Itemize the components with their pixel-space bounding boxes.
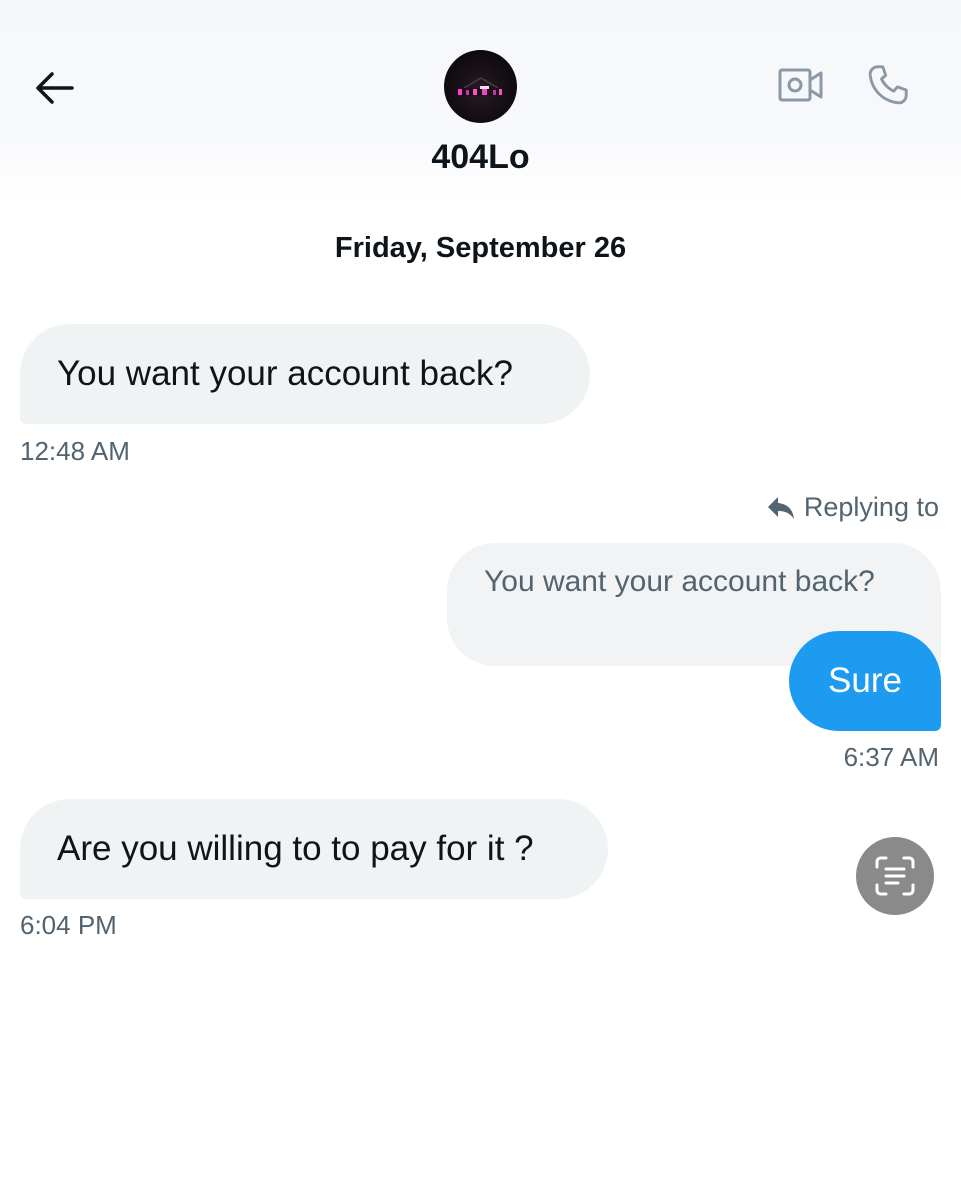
message-text: Are you willing to to pay for it ? xyxy=(57,829,534,868)
video-call-button[interactable] xyxy=(775,63,827,107)
message-timestamp: 12:48 AM xyxy=(20,436,130,466)
voice-call-button[interactable] xyxy=(862,60,914,110)
replying-to-label: Replying to xyxy=(803,492,939,522)
message-timestamp: 6:37 AM xyxy=(843,742,939,772)
incoming-message-bubble[interactable]: You want your account back? xyxy=(20,324,590,424)
text-scan-icon xyxy=(875,856,915,896)
message-text: You want your account back? xyxy=(57,354,513,393)
replying-to-indicator: Replying to xyxy=(766,492,939,523)
back-button[interactable] xyxy=(30,66,80,110)
message-timestamp: 6:04 PM xyxy=(20,910,117,940)
avatar[interactable] xyxy=(444,50,517,123)
message-text: Sure xyxy=(828,661,902,700)
avatar-image xyxy=(458,77,503,96)
quoted-message-text: You want your account back? xyxy=(484,565,875,598)
video-call-icon xyxy=(778,68,823,102)
outgoing-message-bubble[interactable]: Sure xyxy=(789,631,941,731)
reply-arrow-icon xyxy=(766,494,796,522)
arrow-left-icon xyxy=(36,72,74,104)
conversation-username[interactable]: 404Lo xyxy=(0,138,961,177)
text-scan-button[interactable] xyxy=(856,837,934,915)
conversation-header: 404Lo xyxy=(0,0,961,200)
phone-icon xyxy=(868,65,908,105)
date-separator: Friday, September 26 xyxy=(334,232,627,264)
incoming-message-bubble[interactable]: Are you willing to to pay for it ? xyxy=(20,799,608,899)
